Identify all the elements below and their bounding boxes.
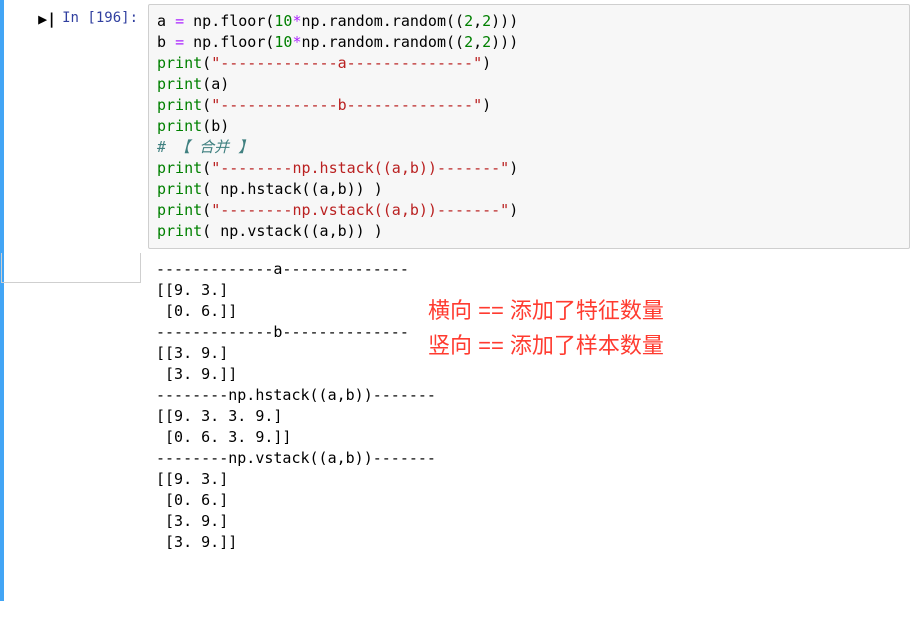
annotation-line-1: 横向 == 添加了特征数量 (428, 293, 664, 328)
output-prompt (8, 253, 148, 601)
input-prompt: ▶| In [196]: (8, 4, 148, 249)
annotation-text: 横向 == 添加了特征数量 竖向 == 添加了样本数量 (428, 293, 664, 363)
run-icon[interactable]: ▶| (38, 10, 56, 28)
annotation-line-2: 竖向 == 添加了样本数量 (428, 328, 664, 363)
prompt-label: In [196]: (62, 10, 138, 26)
output-text: -------------a-------------- [[9. 3.] [0… (148, 253, 922, 601)
code-input[interactable]: a = np.floor(10*np.random.random((2,2)))… (148, 4, 910, 249)
code-cell: ▶| In [196]: a = np.floor(10*np.random.r… (0, 0, 922, 253)
output-cell: -------------a-------------- [[9. 3.] [0… (0, 253, 922, 601)
